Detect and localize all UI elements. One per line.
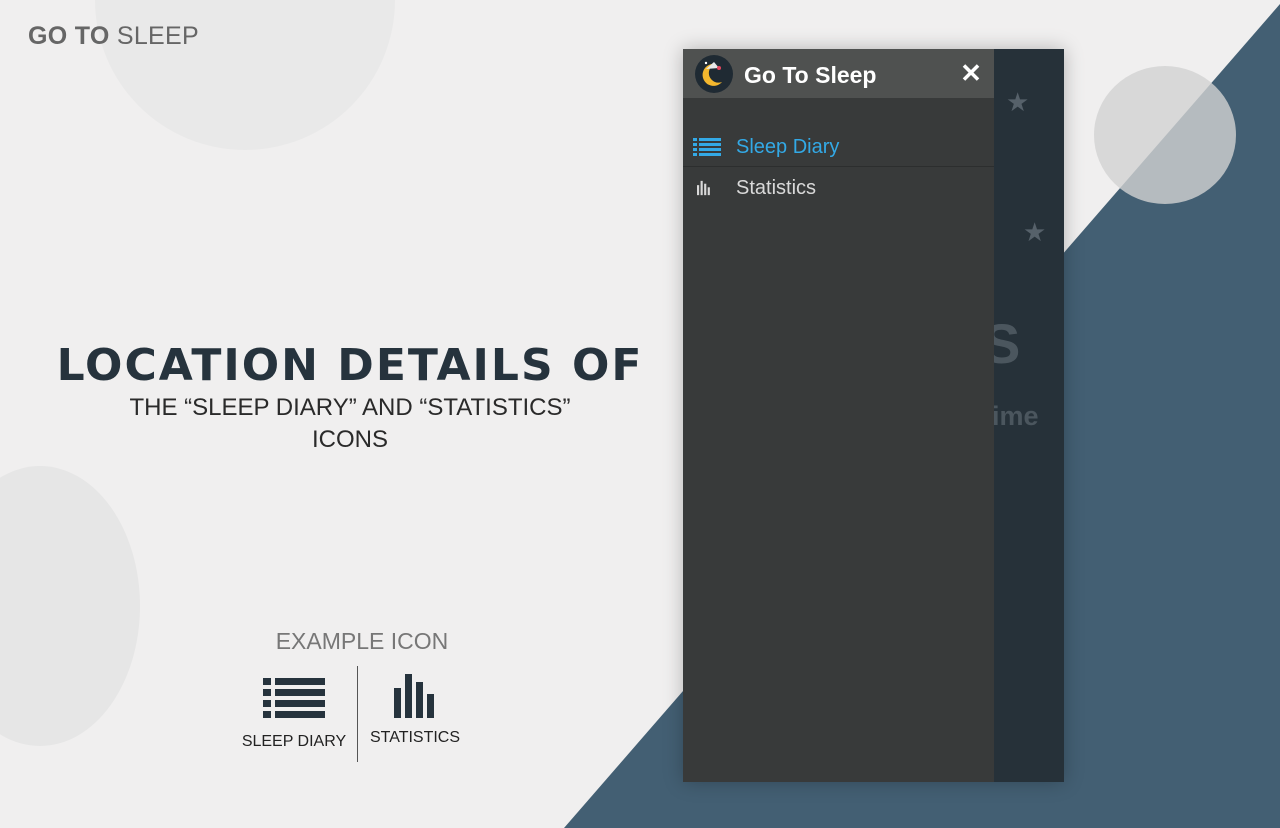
list-icon — [263, 678, 325, 718]
list-icon — [693, 138, 721, 156]
headline-subtitle-line1: THE “SLEEP DIARY” AND “STATISTICS” — [129, 394, 571, 421]
navigation-drawer: Go To Sleep ✕ Sleep Diary Statistics — [683, 49, 994, 782]
brand-light: SLEEP — [116, 22, 199, 50]
app-title: Go To Sleep — [744, 62, 877, 88]
decorative-circle — [1094, 66, 1236, 204]
star-icon: ★ — [1023, 217, 1047, 247]
divider — [357, 666, 358, 762]
star-icon: ★ — [1006, 87, 1030, 117]
close-button[interactable]: ✕ — [957, 59, 985, 87]
headline-subtitle-line2: ICONS — [311, 426, 388, 453]
menu-item-label: Statistics — [736, 177, 817, 199]
headline-title: LOCATION DETAILS OF — [56, 340, 644, 391]
app-screenshot: ★ ★ S time Go To Sleep ✕ Sleep Diary Sta… — [683, 49, 1064, 782]
example-icons: SLEEP DIARY STATISTICS — [232, 664, 492, 764]
menu-item-sleep-diary[interactable]: Sleep Diary — [683, 127, 994, 167]
bar-chart-icon — [697, 180, 710, 196]
moon-icon — [695, 55, 733, 93]
drawer-header: Go To Sleep ✕ — [683, 49, 994, 98]
example-sleep-diary: SLEEP DIARY — [232, 664, 356, 751]
menu-item-statistics[interactable]: Statistics — [683, 168, 994, 208]
slide-canvas: GO TO SLEEP LOCATION DETAILS OF THE “SLE… — [0, 0, 1280, 828]
bar-chart-icon — [394, 674, 434, 718]
example-sleep-diary-label: SLEEP DIARY — [241, 733, 347, 750]
example-statistics-label: STATISTICS — [369, 729, 461, 746]
brand-bold: GO TO — [28, 22, 110, 50]
brand-logo-text: GO TO SLEEP — [28, 22, 199, 51]
headline: LOCATION DETAILS OF THE “SLEEP DIARY” AN… — [30, 340, 670, 455]
example-icon-title: EXAMPLE ICON — [275, 628, 449, 654]
example-statistics: STATISTICS — [360, 664, 470, 747]
menu-item-label: Sleep Diary — [736, 136, 840, 158]
